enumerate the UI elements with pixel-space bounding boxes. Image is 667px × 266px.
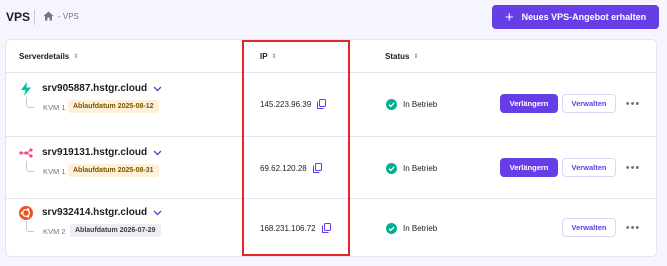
more-options-icon[interactable]: ••• [625,158,641,177]
tree-connector [26,161,34,172]
server-name-label: srv905887.hstgr.cloud [42,83,148,94]
ip-cell: 69.62.120.28 [260,138,322,198]
tree-connector [26,221,34,232]
server-name-label: srv932414.hstgr.cloud [42,207,148,218]
plan-label: KVM 1 [43,103,66,112]
check-circle-icon [386,222,397,234]
breadcrumb-label: - VPS [58,11,79,21]
status-cell: In Betrieb [386,138,437,198]
ip-address: 168.231.106.72 [260,223,316,233]
title-divider [34,10,35,25]
status-label: In Betrieb [403,163,438,173]
ip-address: 145.223.96.39 [260,99,312,109]
more-options-icon[interactable]: ••• [625,218,641,237]
chevron-down-icon[interactable] [153,86,162,92]
column-header-server[interactable]: Serverdetails ⇕ [19,52,78,61]
plan-label: KVM 2 [43,227,66,236]
ubuntu-icon [19,206,33,220]
column-header-status-label: Status [385,52,410,61]
status-cell: In Betrieb [386,74,437,134]
copy-icon[interactable] [321,223,331,233]
plus-icon: + [504,8,514,26]
renew-button[interactable]: Verlängern [500,94,558,113]
check-circle-icon [386,98,397,110]
expiry-badge: Ablaufdatum 2026-07-29 [70,224,161,237]
check-circle-icon [386,162,397,174]
status-label: In Betrieb [403,223,438,233]
chevron-down-icon[interactable] [153,210,162,216]
manage-button[interactable]: Verwalten [562,94,616,113]
ip-address: 69.62.120.28 [260,163,307,173]
expiry-badge: Ablaufdatum 2025-08-31 [68,164,159,177]
more-options-icon[interactable]: ••• [625,94,641,113]
column-header-ip[interactable]: IP ⇕ [260,52,277,61]
expiry-badge: Ablaufdatum 2025-08-12 [68,100,159,113]
server-name-label: srv919131.hstgr.cloud [42,147,148,158]
server-name[interactable]: srv905887.hstgr.cloud [42,83,162,94]
breadcrumb: - VPS [43,11,79,21]
server-name[interactable]: srv919131.hstgr.cloud [42,147,162,158]
renew-button[interactable]: Verlängern [500,158,558,177]
copy-icon[interactable] [317,99,327,109]
chevron-down-icon[interactable] [153,150,162,156]
plan-label: KVM 1 [43,167,66,176]
home-icon[interactable] [43,11,54,21]
manage-button[interactable]: Verwalten [562,218,616,237]
top-bar: VPS - VPS + Neues VPS-Angebot erhalten [0,0,667,34]
ip-cell: 145.223.96.39 [260,74,327,134]
header-divider [6,72,656,73]
almalinux-bolt-icon [21,82,31,96]
tree-connector [26,97,34,108]
row-divider [6,136,656,137]
table-row: srv905887.hstgr.cloud KVM 1 Ablaufdatum … [6,74,656,134]
manage-button[interactable]: Verwalten [562,158,616,177]
table-row: srv919131.hstgr.cloud KVM 1 Ablaufdatum … [6,138,656,198]
vps-table-card: Serverdetails ⇕ IP ⇕ Status ⇕ srv905887.… [5,39,657,257]
table-row: srv932414.hstgr.cloud KVM 2 Ablaufdatum … [6,198,656,258]
sort-icon: ⇕ [73,54,79,60]
status-cell: In Betrieb [386,198,437,258]
sort-icon: ⇕ [271,54,277,60]
sort-icon: ⇕ [413,54,419,60]
column-header-server-label: Serverdetails [19,52,70,61]
n8n-icon [19,148,33,158]
new-vps-offer-button[interactable]: + Neues VPS-Angebot erhalten [492,5,659,29]
column-header-status[interactable]: Status ⇕ [385,52,418,61]
new-vps-offer-label: Neues VPS-Angebot erhalten [521,12,647,22]
page-title: VPS [6,10,31,24]
server-name[interactable]: srv932414.hstgr.cloud [42,207,162,218]
column-header-ip-label: IP [260,52,268,61]
status-label: In Betrieb [403,99,438,109]
ip-cell: 168.231.106.72 [260,198,331,258]
copy-icon[interactable] [312,163,322,173]
